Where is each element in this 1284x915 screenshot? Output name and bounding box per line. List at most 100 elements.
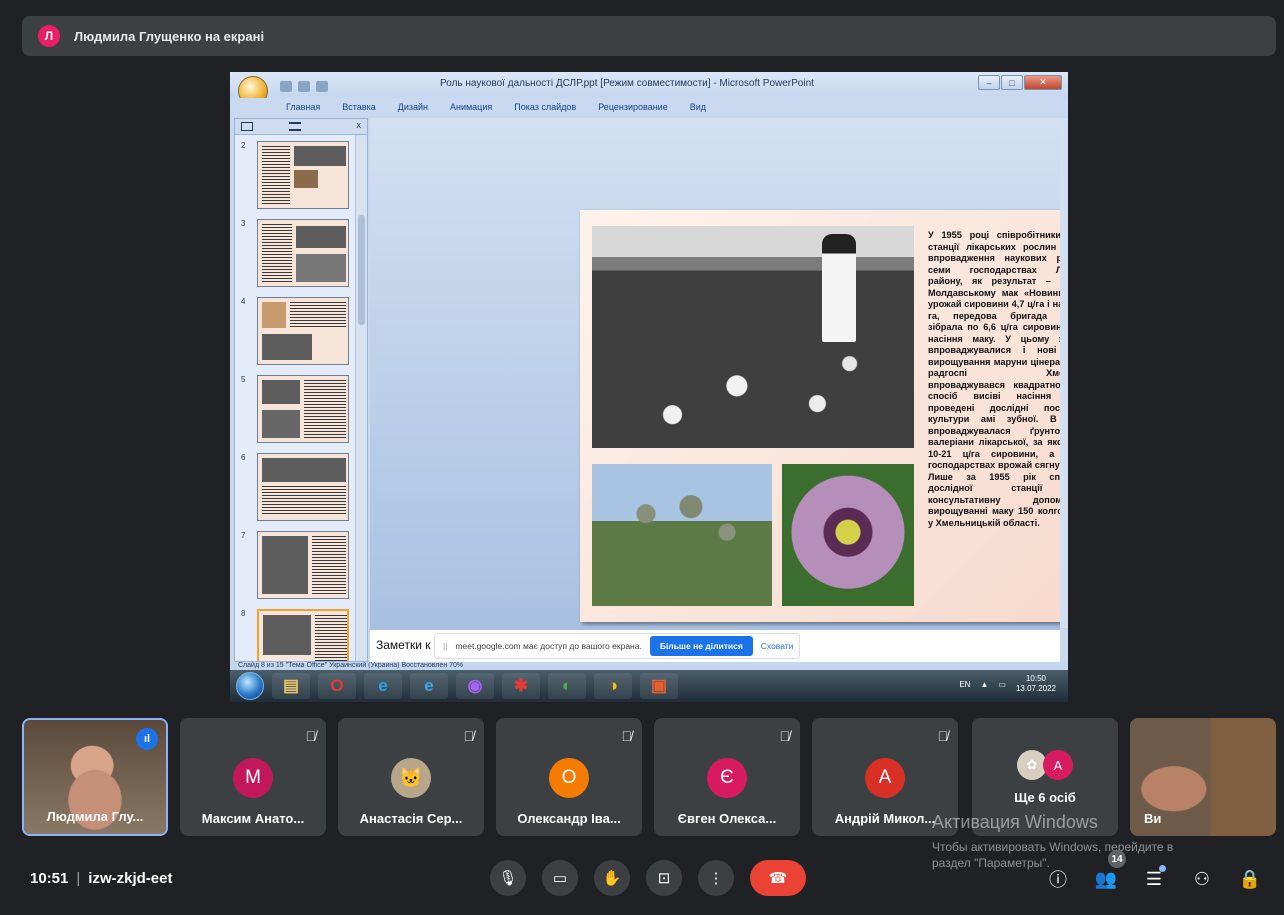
tab-review[interactable]: Рецензирование: [598, 102, 668, 112]
language-indicator[interactable]: EN: [959, 680, 970, 689]
more-participants-label: Ще 6 осіб: [1014, 790, 1076, 805]
thumb-image: [257, 609, 349, 661]
more-vert-icon: ⋮: [708, 870, 724, 887]
redo-icon[interactable]: [316, 81, 328, 92]
leave-call-button[interactable]: ☎: [750, 860, 806, 896]
maximize-button[interactable]: □: [1001, 75, 1023, 90]
network-icon[interactable]: ▭: [998, 680, 1006, 689]
more-options-button[interactable]: ⋮: [698, 860, 734, 896]
raise-hand-button[interactable]: ✋: [594, 860, 630, 896]
thumb-image: [257, 531, 349, 599]
opera-icon[interactable]: O: [318, 673, 356, 699]
thumb-image: [257, 141, 349, 209]
tray-date: 13.07.2022: [1015, 684, 1056, 693]
participant-tile[interactable]: 🎙̸ М Максим Анато...: [180, 718, 326, 836]
slide-thumbnail[interactable]: 7: [241, 531, 355, 603]
tab-insert[interactable]: Вставка: [342, 102, 375, 112]
poppy-pods-photo: [592, 464, 772, 606]
participant-name: Євген Олекса...: [677, 811, 777, 826]
panel-scrollbar[interactable]: [355, 135, 367, 661]
participant-avatar-image: 🐱: [391, 758, 431, 798]
thumb-image: [257, 375, 349, 443]
slide-editing-area[interactable]: У 1955 році співробітники Дослідної стан…: [370, 118, 1068, 628]
stop-sharing-button[interactable]: Більше не ділитися: [649, 636, 753, 656]
tray-clock[interactable]: 10:50 13.07.2022: [1016, 674, 1056, 694]
hide-banner-link[interactable]: Сховати: [761, 641, 794, 651]
tab-slideshow[interactable]: Показ слайдов: [514, 102, 576, 112]
app-icon[interactable]: ✱: [502, 673, 540, 699]
windows-taskbar: ▤ O e e ◉ ✱ ◐ ◑ ▣ EN ▲ ▭ 10:50 13.07.202…: [230, 670, 1068, 702]
host-controls-button[interactable]: 🔒: [1237, 866, 1263, 892]
people-button[interactable]: 👥: [1093, 866, 1119, 892]
drag-handle-icon[interactable]: ||: [443, 641, 447, 651]
window-controls: – □ ✕: [978, 75, 1062, 90]
ppt-window-title: Роль наукової дальності ДСЛР.ppt [Режим …: [440, 78, 814, 89]
camera-icon: ▭: [552, 870, 568, 887]
ie-icon[interactable]: e: [410, 673, 448, 699]
thumb-number: 7: [241, 531, 246, 540]
yandex-browser-icon[interactable]: ◉: [456, 673, 494, 699]
slide-thumbnail[interactable]: 3: [241, 219, 355, 291]
save-icon[interactable]: [280, 81, 292, 92]
thumb-number: 5: [241, 375, 246, 384]
edge-icon[interactable]: e: [364, 673, 402, 699]
tab-animation[interactable]: Анимация: [450, 102, 492, 112]
thumb-image: [257, 453, 349, 521]
thumb-number: 2: [241, 141, 246, 150]
panel-scroll-thumb[interactable]: [358, 215, 365, 325]
participant-name: Людмила Глу...: [46, 809, 144, 824]
slide-thumbnail[interactable]: 2: [241, 141, 355, 213]
notes-pane[interactable]: Заметки к с || meet.google.com має досту…: [370, 628, 1060, 662]
close-button[interactable]: ✕: [1024, 75, 1062, 90]
slide-thumbnail-selected[interactable]: 8: [241, 609, 355, 661]
participant-avatar: М: [233, 758, 273, 798]
screen-share-banner: || meet.google.com має доступ до вашого …: [434, 633, 800, 659]
tab-home[interactable]: Главная: [286, 102, 320, 112]
slide-scrollbar[interactable]: [1060, 118, 1068, 628]
minimize-button[interactable]: –: [978, 75, 1000, 90]
tab-design[interactable]: Дизайн: [398, 102, 428, 112]
chrome-profile-icon[interactable]: ◑: [594, 673, 632, 699]
tab-view[interactable]: Вид: [690, 102, 706, 112]
meeting-details-button[interactable]: ⓘ: [1045, 866, 1071, 892]
slide-thumbnail[interactable]: 4: [241, 297, 355, 369]
tray-arrow-icon[interactable]: ▲: [980, 680, 988, 689]
slide-thumbnail[interactable]: 5: [241, 375, 355, 447]
quick-access-toolbar: [280, 79, 400, 92]
chrome-icon[interactable]: ◐: [548, 673, 586, 699]
start-button[interactable]: [236, 672, 264, 700]
meeting-time: 10:51: [30, 870, 69, 887]
microphone-button[interactable]: 🎙: [490, 860, 526, 896]
activities-button[interactable]: ⚇: [1189, 866, 1215, 892]
thumb-number: 4: [241, 297, 246, 306]
participant-avatar: О: [549, 758, 589, 798]
camera-button[interactable]: ▭: [542, 860, 578, 896]
thumb-image: [257, 297, 349, 365]
participant-name: Максим Анато...: [201, 811, 305, 826]
undo-icon[interactable]: [298, 81, 310, 92]
slide[interactable]: У 1955 році співробітники Дослідної стан…: [580, 210, 1068, 622]
meeting-code[interactable]: izw-zkjd-eet: [88, 870, 172, 887]
participant-tile-presenter[interactable]: ıl Людмила Глу...: [22, 718, 168, 836]
hand-icon: ✋: [602, 870, 622, 887]
activities-icon: ⚇: [1193, 868, 1211, 889]
participant-tile[interactable]: 🎙̸ О Олександр Іва...: [496, 718, 642, 836]
present-button[interactable]: ⊡: [646, 860, 682, 896]
participant-tile[interactable]: 🎙̸ 🐱 Анастасія Сер...: [338, 718, 484, 836]
slide-thumbnail[interactable]: 6: [241, 453, 355, 525]
slides-tab-icon[interactable]: [241, 122, 253, 131]
thumb-image: [257, 219, 349, 287]
panel-close-icon[interactable]: x: [357, 120, 362, 130]
participant-avatar: Є: [707, 758, 747, 798]
participant-name: Анастасія Сер...: [359, 811, 463, 826]
participant-tile[interactable]: 🎙̸ Є Євген Олекса...: [654, 718, 800, 836]
outline-tab-icon[interactable]: [289, 122, 301, 131]
share-banner-text: meet.google.com має доступ до вашого екр…: [455, 641, 642, 651]
mic-off-icon: 🎙̸: [621, 728, 633, 744]
lock-person-icon: 🔒: [1238, 868, 1262, 889]
powerpoint-icon[interactable]: ▣: [640, 673, 678, 699]
watermark-line1: Чтобы активировать Windows, перейдите в: [932, 840, 1174, 854]
info-icon: ⓘ: [1049, 870, 1067, 890]
explorer-icon[interactable]: ▤: [272, 673, 310, 699]
ribbon-tabs: Главная Вставка Дизайн Анимация Показ сл…: [230, 98, 1068, 116]
